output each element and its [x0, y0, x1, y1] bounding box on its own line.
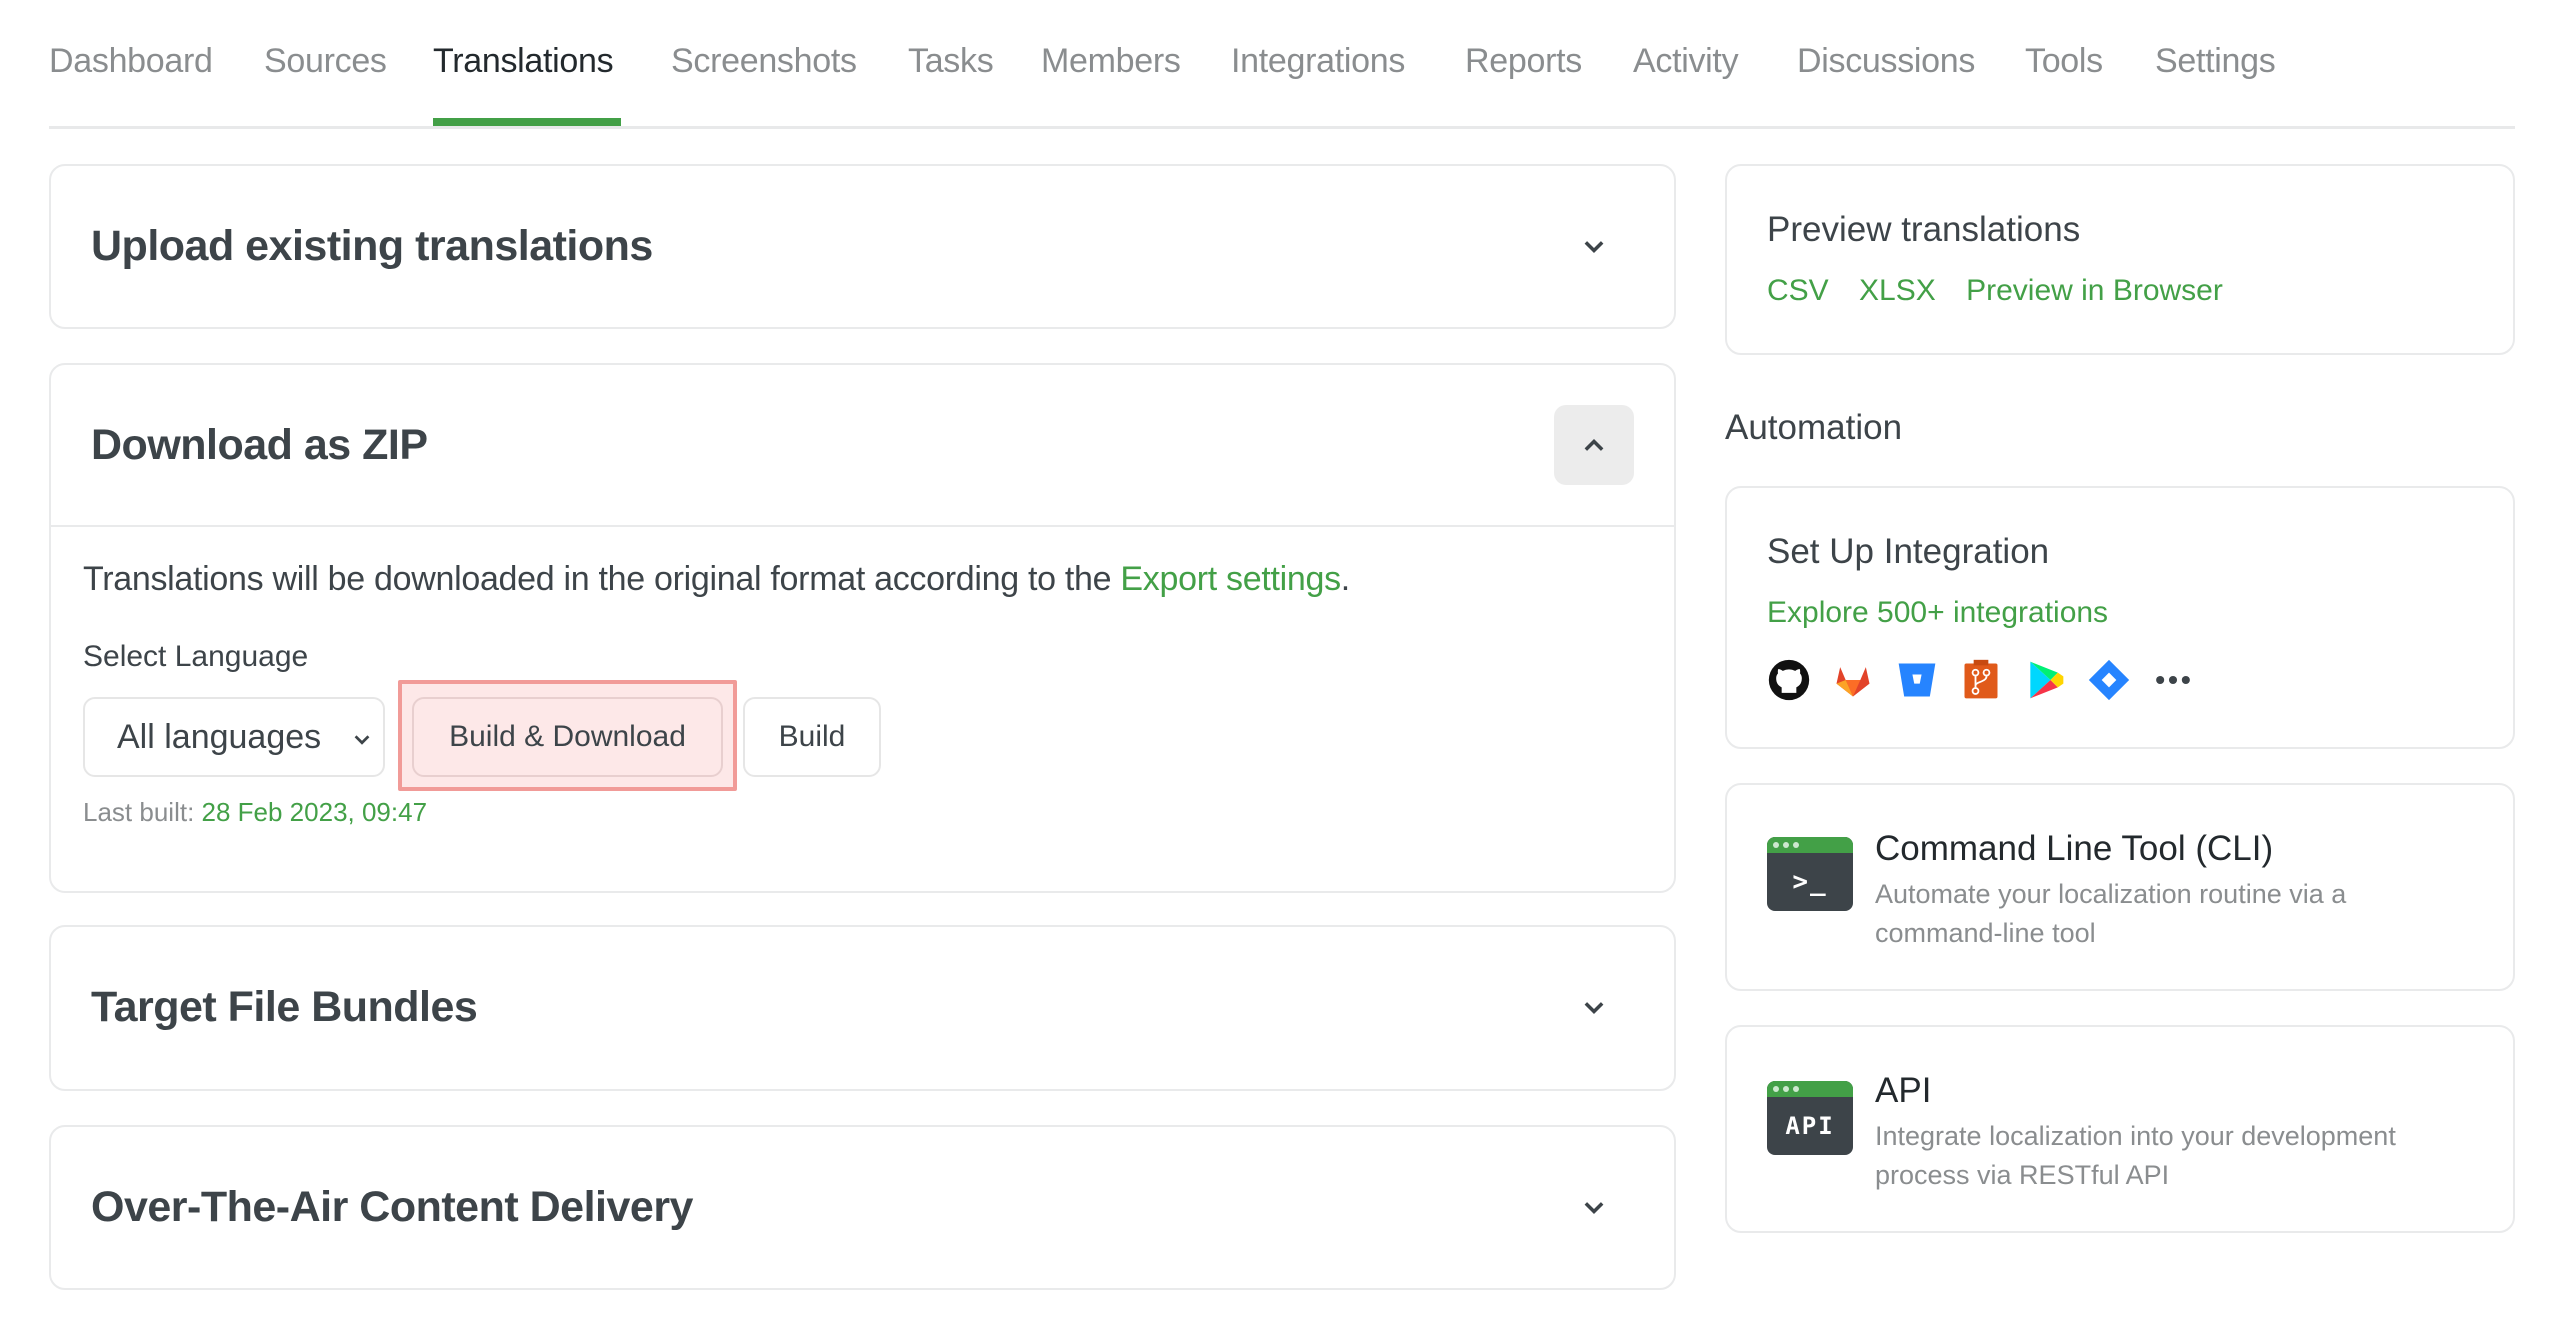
active-tab-indicator: [433, 118, 621, 126]
tab-activity[interactable]: Activity: [1633, 42, 1739, 81]
export-settings-link[interactable]: Export settings: [1120, 560, 1341, 598]
description-text: Translations will be downloaded in the o…: [83, 560, 1121, 598]
terminal-icon: >_: [1767, 837, 1853, 911]
preview-title: Preview translations: [1767, 210, 2081, 249]
tab-dashboard[interactable]: Dashboard: [49, 42, 213, 81]
section-title: Target File Bundles: [91, 983, 478, 1031]
chevron-down-icon: [1584, 1202, 1604, 1214]
expand-button[interactable]: [1554, 207, 1634, 287]
tab-screenshots[interactable]: Screenshots: [671, 42, 857, 81]
ota-content-delivery-section: Over-The-Air Content Delivery: [49, 1125, 1676, 1290]
language-select[interactable]: All languages: [83, 697, 385, 777]
project-nav: Dashboard Sources Translations Screensho…: [49, 0, 2515, 129]
tab-members[interactable]: Members: [1041, 42, 1181, 81]
section-title: Download as ZIP: [91, 421, 428, 469]
tab-translations[interactable]: Translations: [433, 42, 614, 81]
build-button[interactable]: Build: [743, 697, 881, 777]
api-title: API: [1875, 1071, 1932, 1110]
chevron-down-icon: [1584, 1002, 1604, 1014]
cli-card[interactable]: >_ Command Line Tool (CLI) Automate your…: [1725, 783, 2515, 991]
azure-repos-icon[interactable]: [1959, 658, 2003, 702]
preview-links: CSV XLSX Preview in Browser: [1767, 274, 2245, 308]
last-built-label: Last built:: [83, 797, 202, 827]
download-description: Translations will be downloaded in the o…: [83, 560, 1350, 599]
api-icon: API: [1767, 1081, 1853, 1155]
xlsx-link[interactable]: XLSX: [1859, 274, 1936, 307]
bitbucket-icon[interactable]: [1895, 658, 1939, 702]
section-title: Over-The-Air Content Delivery: [91, 1183, 693, 1231]
chevron-up-icon: [1584, 439, 1604, 451]
setup-integration-card: Set Up Integration Explore 500+ integrat…: [1725, 486, 2515, 749]
window-bar: [1767, 1081, 1853, 1097]
api-glyph: API: [1785, 1112, 1835, 1140]
tab-tasks[interactable]: Tasks: [908, 42, 994, 81]
tab-integrations[interactable]: Integrations: [1231, 42, 1405, 81]
language-select-value: All languages: [117, 717, 322, 756]
preview-translations-card: Preview translations CSV XLSX Preview in…: [1725, 164, 2515, 355]
last-built-value: 28 Feb 2023, 09:47: [201, 797, 428, 827]
google-play-icon[interactable]: [2023, 658, 2067, 702]
automation-heading: Automation: [1725, 408, 1903, 447]
chevron-down-icon: [354, 735, 370, 745]
preview-in-browser-link[interactable]: Preview in Browser: [1966, 274, 2223, 307]
integration-title: Set Up Integration: [1767, 532, 2050, 571]
chevron-down-icon: [1584, 241, 1604, 253]
tab-tools[interactable]: Tools: [2025, 42, 2103, 81]
select-language-label: Select Language: [83, 640, 309, 673]
github-icon[interactable]: [1767, 658, 1811, 702]
integration-links: Explore 500+ integrations: [1767, 596, 2130, 630]
more-icon[interactable]: [2151, 658, 2195, 702]
integration-icons: [1767, 658, 2195, 702]
cli-title: Command Line Tool (CLI): [1875, 829, 2274, 868]
last-built: Last built: 28 Feb 2023, 09:47: [83, 797, 427, 828]
window-bar: [1767, 837, 1853, 853]
collapse-button[interactable]: [1554, 405, 1634, 485]
tab-settings[interactable]: Settings: [2155, 42, 2276, 81]
target-file-bundles-section: Target File Bundles: [49, 925, 1676, 1091]
tab-reports[interactable]: Reports: [1465, 42, 1582, 81]
api-description: Integrate localization into your develop…: [1875, 1121, 2396, 1190]
cli-glyph: >_: [1792, 867, 1828, 897]
explore-integrations-link[interactable]: Explore 500+ integrations: [1767, 596, 2108, 629]
gitlab-icon[interactable]: [1831, 658, 1875, 702]
download-zip-section: Download as ZIP Translations will be dow…: [49, 363, 1676, 893]
tab-discussions[interactable]: Discussions: [1797, 42, 1975, 81]
section-title: Upload existing translations: [91, 222, 653, 270]
expand-button[interactable]: [1554, 968, 1634, 1048]
jira-icon[interactable]: [2087, 658, 2131, 702]
upload-translations-section: Upload existing translations: [49, 164, 1676, 329]
csv-link[interactable]: CSV: [1767, 274, 1829, 307]
expand-button[interactable]: [1554, 1168, 1634, 1248]
cli-description: Automate your localization routine via a…: [1875, 879, 2347, 948]
section-divider: [51, 525, 1674, 527]
api-card[interactable]: API API Integrate localization into your…: [1725, 1025, 2515, 1233]
tab-sources[interactable]: Sources: [264, 42, 387, 81]
build-and-download-button[interactable]: Build & Download: [412, 697, 723, 777]
description-end: .: [1340, 560, 1350, 598]
